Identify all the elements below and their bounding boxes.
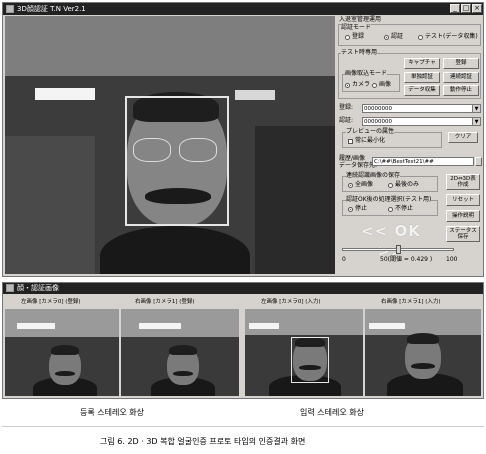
result-banner: << OK >>	[361, 222, 421, 260]
radio-test[interactable]	[418, 35, 423, 40]
thumb-input-left	[245, 309, 363, 396]
figure-caption: 그림 6. 2D · 3D 복합 얼굴인증 프로토 타입의 인증결과 화면	[100, 437, 306, 446]
control-panel: 入退室管理運用 認証モード 登録 認証 テスト(データ収集) テスト時専用 キャ…	[336, 16, 483, 275]
input-stereo-caption: 입력 스테레오 화상	[300, 408, 364, 417]
always-minimize-label: 常に最小化	[355, 137, 386, 144]
app-icon	[6, 5, 14, 13]
threshold-slider-thumb[interactable]	[395, 245, 401, 254]
radio-stop-label: 停止	[355, 205, 368, 212]
radio-all-images-label: 全画像	[355, 181, 374, 188]
ceiling	[365, 309, 481, 335]
radio-test-label: テスト(データ収集)	[425, 33, 478, 40]
camera-preview	[5, 16, 335, 274]
radio-camera[interactable]	[345, 83, 350, 88]
ceiling	[5, 16, 335, 76]
subject-hair	[407, 333, 439, 344]
face-detection-box	[125, 96, 229, 226]
wall-shadow	[5, 136, 95, 274]
register-button[interactable]: 登録	[443, 58, 479, 69]
thumb-input-right	[365, 309, 481, 396]
register-id-value: 00000000	[364, 106, 392, 112]
radio-image[interactable]	[372, 83, 377, 88]
thumb-registered-left	[5, 309, 119, 396]
maximize-button[interactable]: □	[461, 4, 471, 13]
ceiling-light	[249, 323, 279, 329]
ceiling-light	[17, 323, 55, 329]
subject-mustache	[411, 363, 435, 369]
subject-hair	[51, 345, 79, 355]
ceiling-light	[139, 323, 181, 329]
auth-field-label: 認証:	[339, 117, 354, 124]
radio-stop[interactable]	[348, 207, 353, 212]
radio-all-images[interactable]	[348, 183, 353, 188]
ceiling-light	[35, 88, 95, 100]
face-detection-box	[291, 337, 329, 383]
thumb-label-in-right: 右画像 [カメラ1] (入力)	[381, 299, 441, 305]
chevron-down-icon[interactable]: ▼	[472, 118, 480, 125]
history-path-input[interactable]: C:\##\BestTest21\##	[372, 157, 474, 166]
radio-no-stop-label: 不停止	[395, 205, 414, 212]
ceiling	[245, 309, 363, 335]
radio-auth-label: 認証	[391, 33, 404, 40]
data-collect-button[interactable]: データ収集	[404, 85, 440, 96]
create-2d3d-button[interactable]: 2D⇔3D表 作成	[446, 174, 480, 190]
subject-hair	[169, 345, 197, 355]
radio-register[interactable]	[345, 35, 350, 40]
always-minimize-checkbox[interactable]	[348, 139, 353, 144]
input-mode-label: 画像取込モード	[345, 70, 388, 78]
continuous-auth-button[interactable]: 連続認証	[443, 72, 479, 83]
subject-mustache	[173, 371, 193, 376]
auth-mode-label: 認証モード	[341, 24, 372, 32]
main-window: 3D顔認証 T.N Ver2.1 _ □ × 入退室管理運用 認証モード 登録 …	[2, 2, 484, 277]
preview-group-label: プレビューの属性	[346, 128, 395, 136]
register-id-dropdown[interactable]: 00000000 ▼	[362, 104, 481, 113]
stop-button[interactable]: 動作停止	[443, 85, 479, 96]
status-save-button[interactable]: ステータス 保存	[446, 226, 480, 242]
thumb-label-in-left: 左画像 [カメラ0] (入力)	[261, 299, 321, 305]
radio-register-label: 登録	[352, 33, 365, 40]
thumb-registered-right	[121, 309, 239, 396]
slider-max-label: 100	[446, 256, 458, 263]
wall-shadow	[255, 126, 335, 274]
thumb-label-reg-left: 左画像 [カメラ0] (登録)	[21, 299, 81, 305]
auth-id-dropdown[interactable]: 00000000 ▼	[362, 117, 481, 126]
browse-button[interactable]	[475, 157, 482, 166]
reset-button[interactable]: リセット	[446, 194, 480, 206]
caption-divider	[2, 426, 484, 427]
main-window-title: 3D顔認証 T.N Ver2.1	[17, 5, 86, 13]
continuous-save-label: 連続認識画像の保存	[346, 172, 401, 180]
chevron-down-icon[interactable]: ▼	[472, 105, 480, 112]
radio-last-only-label: 最後のみ	[395, 181, 420, 188]
sub-title-bar[interactable]: 顔・認証画像	[3, 283, 483, 294]
ceiling-light	[369, 323, 405, 329]
capture-button[interactable]: キャプチャ	[404, 58, 440, 69]
clear-button[interactable]: クリア	[448, 132, 478, 143]
sub-window-title: 顔・認証画像	[17, 284, 59, 292]
minimize-button[interactable]: _	[450, 4, 460, 13]
radio-image-label: 画像	[379, 81, 392, 88]
register-field-label: 登録:	[339, 104, 354, 111]
test-group-label: テスト時専用	[341, 49, 378, 57]
auth-id-value: 00000000	[364, 119, 392, 125]
single-auth-button[interactable]: 単独認証	[404, 72, 440, 83]
radio-no-stop[interactable]	[388, 207, 393, 212]
registered-stereo-caption: 등록 스테레오 화상	[80, 408, 144, 417]
operation-help-button[interactable]: 操作説明	[446, 210, 480, 222]
radio-camera-label: カメラ	[352, 81, 371, 88]
section-title: 入退室管理運用	[339, 16, 382, 23]
subject-mustache	[55, 371, 75, 376]
subject-shoulders	[100, 226, 250, 274]
sub-app-icon	[6, 284, 14, 292]
radio-last-only[interactable]	[388, 183, 393, 188]
radio-auth[interactable]	[384, 35, 389, 40]
slider-min-label: 0	[342, 256, 346, 263]
slider-threshold-text: 50(閾値 = 0.429 )	[380, 256, 433, 263]
main-title-bar[interactable]: 3D顔認証 T.N Ver2.1 _ □ ×	[3, 3, 483, 15]
thumb-label-reg-right: 右画像 [カメラ1] (登録)	[135, 299, 195, 305]
auth-ok-label: 認証OK後の処理選択(テスト用)	[346, 196, 432, 204]
close-button[interactable]: ×	[472, 4, 482, 13]
sub-window: 顔・認証画像 左画像 [カメラ0] (登録) 右画像 [カメラ1] (登録) 左…	[2, 282, 484, 399]
ceiling-light	[235, 90, 275, 100]
